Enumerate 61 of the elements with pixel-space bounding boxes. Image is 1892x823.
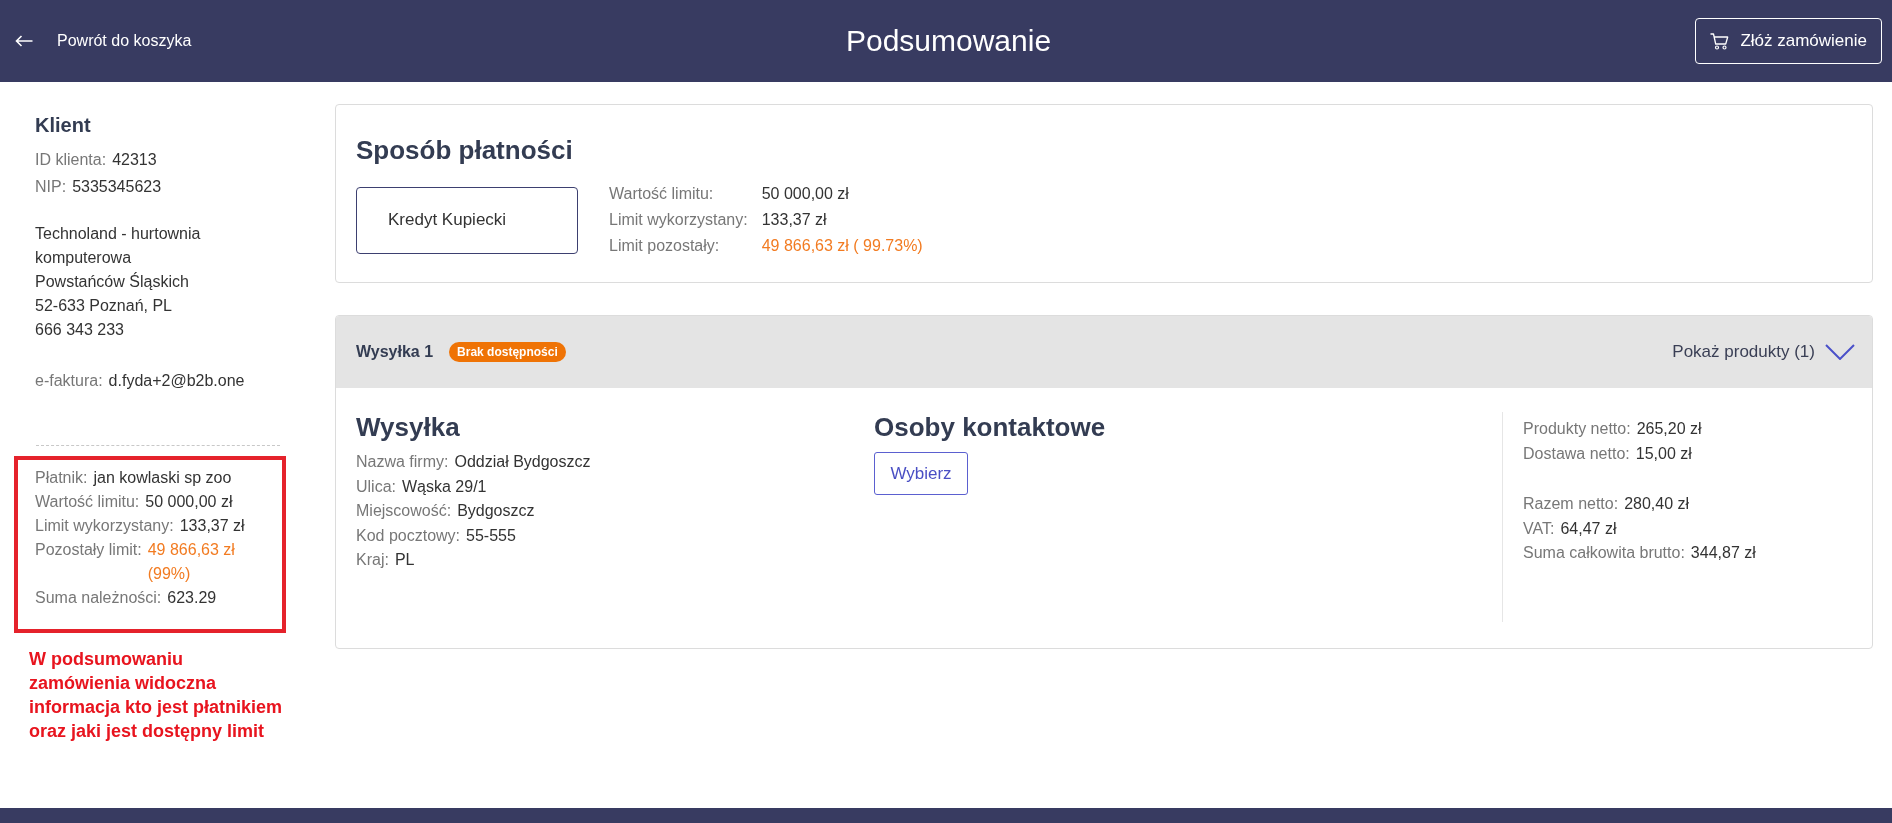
section-heading: Wysyłka <box>356 412 461 442</box>
email-value: d.fyda+2@b2b.one <box>108 372 245 389</box>
field-label: Pozostały limit: <box>35 540 142 560</box>
field-label: Wartość limitu: <box>35 492 140 512</box>
field-label: Limit wykorzystany: <box>35 516 174 536</box>
page-title: Podsumowanie <box>845 24 1052 58</box>
field-label: Produkty netto: <box>1523 420 1631 437</box>
payment-method-option[interactable]: Kredyt Kupiecki <box>356 186 578 254</box>
client-heading: Klient <box>35 113 92 138</box>
field-label: Dostawa netto: <box>1523 444 1630 462</box>
field-label: Limit pozostały: <box>609 236 721 256</box>
field-value: 50 000,00 zł <box>761 184 850 204</box>
field-label: Razem netto: <box>1523 495 1619 512</box>
field-value: 64,47 zł <box>1560 519 1617 537</box>
field-value: 133,37 zł <box>179 516 245 536</box>
address-line: Technoland - hurtownia komputerowa <box>35 224 202 268</box>
field-value: Wąska 29/1 <box>402 477 487 495</box>
field-label: Kraj: <box>356 551 389 568</box>
field-value: 5335345623 <box>72 178 162 195</box>
annotation-note: W podsumowaniu zamówienia widoczna informacja kto jest płatnikiem oraz jaki jest dostępny limit <box>29 648 284 743</box>
section-heading: Osoby kontaktowe <box>874 412 1107 442</box>
shipment-title: Wysyłka 1 <box>356 343 434 361</box>
status-badge: Brak dostępności <box>449 342 566 362</box>
field-value: 15,00 zł <box>1635 444 1692 462</box>
field-label: Suma należności: <box>35 588 162 608</box>
field-label: Ulica: <box>356 477 396 495</box>
field-label: e-faktura: <box>35 372 103 389</box>
field-value: 280,40 zł <box>1624 495 1690 512</box>
field-label: Kod pocztowy: <box>356 526 461 544</box>
field-label: Suma całkowita brutto: <box>1523 544 1685 561</box>
field-value: Oddział Bydgoszcz <box>454 453 591 470</box>
field-label: Wartość limitu: <box>609 184 715 204</box>
address-line: 666 343 233 <box>35 320 125 340</box>
address-line: 52-633 Poznań, PL <box>35 296 173 316</box>
arrow-left-icon <box>15 35 33 47</box>
field-value: jan kowlaski sp zoo <box>93 468 232 488</box>
field-label: NIP: <box>35 178 67 195</box>
field-value: 42313 <box>112 151 157 168</box>
field-value: 265,20 zł <box>1636 420 1702 437</box>
field-label: ID klienta: <box>35 151 107 168</box>
field-value: 344,87 zł <box>1690 544 1756 561</box>
field-value: 133,37 zł <box>761 210 828 230</box>
field-label: Miejscowość: <box>356 502 452 519</box>
field-label: VAT: <box>1523 519 1555 537</box>
field-value: 49 866,63 zł (99%) <box>147 540 236 584</box>
field-label: Płatnik: <box>35 468 88 488</box>
field-label: Nazwa firmy: <box>356 453 449 470</box>
field-value: 49 866,63 zł ( 99.73%) <box>761 236 923 256</box>
field-value: 623.29 <box>167 588 217 608</box>
cart-icon <box>1710 32 1730 50</box>
field-value: PL <box>394 551 415 568</box>
choose-button[interactable]: Wybierz <box>874 452 968 495</box>
field-value: 50 000,00 zł <box>145 492 233 512</box>
field-label: Limit wykorzystany: <box>609 210 748 230</box>
field-value: 55-555 <box>466 526 516 544</box>
section-heading: Sposób płatności <box>356 135 574 165</box>
back-link[interactable]: Powrót do koszyka <box>15 32 192 50</box>
place-order-button[interactable]: Złóż zamówienie <box>1695 18 1882 64</box>
field-value: Bydgoszcz <box>457 502 535 519</box>
show-products-toggle[interactable]: Pokaż produkty (1) <box>1672 342 1855 362</box>
address-line: Powstańców Śląskich <box>35 271 190 292</box>
